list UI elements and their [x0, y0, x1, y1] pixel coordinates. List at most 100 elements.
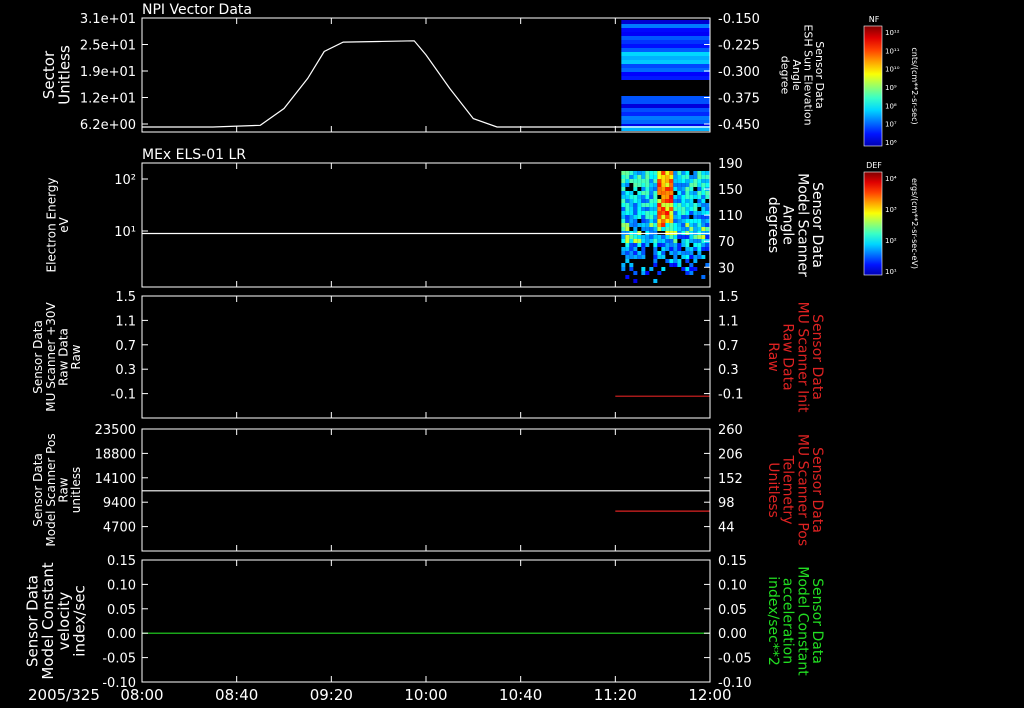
spectrogram-cell	[665, 259, 670, 263]
spectrogram-cell	[653, 171, 658, 175]
spectrogram-cell	[649, 203, 654, 207]
right-axis-label-line: Raw Data	[780, 323, 796, 390]
spectrogram-cell	[705, 211, 710, 215]
spectrogram-cell	[649, 191, 654, 195]
spectrogram-cell	[633, 223, 638, 227]
spectrogram-cell	[697, 247, 702, 251]
spectrogram-cell	[665, 195, 670, 199]
time-tick-label: 08:40	[215, 686, 258, 704]
spectrogram-cell	[681, 175, 686, 179]
spectrogram-cell	[701, 235, 706, 239]
spectrogram-cell	[621, 179, 626, 183]
spectrogram-cell	[621, 175, 626, 179]
spectrogram-cell	[673, 263, 678, 267]
spectrogram-cell	[673, 175, 678, 179]
spectrogram-cell	[641, 175, 646, 179]
spectrogram-cell	[673, 219, 678, 223]
spectrogram-cell	[641, 247, 646, 251]
spectrogram-cell	[621, 116, 710, 120]
right-axis-label-line: Sensor Data	[809, 314, 825, 400]
spectrogram-cell	[685, 243, 690, 247]
spectrogram-cell	[641, 187, 646, 191]
spectrogram-cell	[681, 235, 686, 239]
left-tick-label: 1.5	[115, 290, 136, 305]
right-axis-label: Sensor DataModel Constantaccelerationind…	[765, 566, 825, 676]
spectrogram-cell	[641, 199, 646, 203]
spectrogram-cell	[681, 223, 686, 227]
spectrogram-cell	[621, 171, 626, 175]
spectrogram-cell	[637, 175, 642, 179]
spectrogram-cell	[665, 183, 670, 187]
right-axis-label-line: Sensor Data	[809, 578, 825, 664]
spectrogram-cell	[669, 183, 674, 187]
left-axis-label-line: index/sec	[71, 585, 89, 656]
spectrogram-cell	[621, 32, 710, 36]
spectrogram-cell	[685, 235, 690, 239]
right-tick-label: 150	[718, 183, 743, 198]
spectrogram-cell	[653, 215, 658, 219]
spectrogram-cell	[677, 251, 682, 255]
right-tick-label: 206	[718, 447, 743, 462]
spectrogram-cell	[661, 175, 666, 179]
spectrogram-cell	[637, 215, 642, 219]
spectrogram-cell	[661, 243, 666, 247]
panel-title: NPI Vector Data	[142, 2, 252, 18]
spectrogram-cell	[633, 235, 638, 239]
spectrogram-cell	[633, 247, 638, 251]
spectrogram-cell	[697, 187, 702, 191]
spectrogram-cell	[685, 219, 690, 223]
spectrogram-cell	[625, 259, 630, 263]
spectrogram-cell	[673, 183, 678, 187]
spectrogram-cell	[681, 251, 686, 255]
spectrogram-cell	[689, 199, 694, 203]
spectrogram-cell	[625, 239, 630, 243]
spectrogram-cell	[641, 271, 646, 275]
spectrogram-cell	[621, 223, 626, 227]
spectrogram-cell	[677, 203, 682, 207]
spectrogram-cell	[657, 271, 662, 275]
spectrogram-cell	[697, 191, 702, 195]
spectrogram-cell	[673, 195, 678, 199]
time-tick-label: 12:00	[688, 686, 731, 704]
spectrogram-cell	[641, 179, 646, 183]
spectrogram-cell	[677, 187, 682, 191]
spectrogram-cell	[669, 219, 674, 223]
spectrogram-cell	[681, 267, 686, 271]
spectrogram-cell	[705, 235, 710, 239]
spectrogram-cell	[645, 207, 650, 211]
right-tick-label: 0.15	[718, 554, 747, 569]
left-tick-label: 0.10	[107, 578, 136, 593]
spectrogram-cell	[661, 235, 666, 239]
spectrogram-cell	[689, 251, 694, 255]
spectrogram-cell	[685, 259, 690, 263]
right-axis-label-line: index/sec**2	[765, 576, 781, 666]
spectrogram-cell	[621, 251, 626, 255]
spectrogram-cell	[685, 211, 690, 215]
spectrogram-cell	[629, 203, 634, 207]
spectrogram-cell	[701, 171, 706, 175]
spectrogram-cell	[653, 251, 658, 255]
spectrogram-cell	[641, 255, 646, 259]
spectrogram-cell	[705, 219, 710, 223]
spectrogram-cell	[649, 183, 654, 187]
time-tick-label: 10:00	[404, 686, 447, 704]
spectrogram-cell	[637, 183, 642, 187]
spectrogram-cell	[701, 255, 706, 259]
spectrogram-cell	[665, 179, 670, 183]
spectrogram-cell	[685, 199, 690, 203]
multi-panel-plot: 3.1e+01 2.5e+01 1.9e+01 1.2e+01 6.2e+00 -0.15…	[0, 0, 1024, 708]
colorbar-tick-label: 10¹⁰	[885, 66, 900, 74]
spectrogram-cell	[657, 239, 662, 243]
spectrogram-cell	[681, 211, 686, 215]
spectrogram-cell	[677, 247, 682, 251]
spectrogram-cell	[657, 211, 662, 215]
right-axis-label-line: Unitless	[765, 462, 781, 518]
spectrogram-cell	[661, 219, 666, 223]
spectrogram-cell	[633, 243, 638, 247]
spectrogram-cell	[681, 219, 686, 223]
spectrogram-cell	[697, 211, 702, 215]
spectrogram-cell	[685, 187, 690, 191]
spectrogram-cell	[641, 211, 646, 215]
spectrogram-cell	[633, 203, 638, 207]
panel-title: MEx ELS-01 LR	[142, 147, 246, 163]
